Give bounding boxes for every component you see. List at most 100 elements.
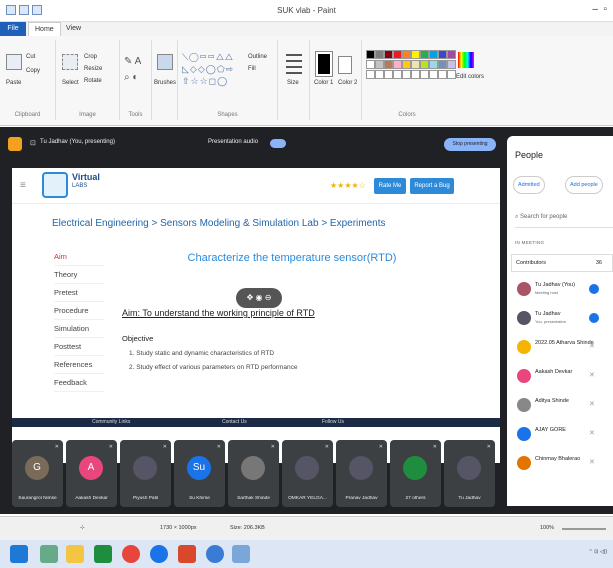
admitted-button[interactable]: Admitted [513,176,545,194]
minimize-icon[interactable]: – ▫ [592,4,607,15]
sidebar-item-procedure[interactable]: Procedure [54,302,104,320]
color-swatch[interactable] [402,60,411,69]
sidebar-item-aim[interactable]: Aim [54,248,104,266]
present-controls-pill[interactable]: ✥ ◉ ⊖ [236,288,282,308]
tab-view[interactable]: View [60,22,87,36]
shapes-gallery-icon[interactable]: ⟍◯▭▭△△ [182,52,234,63]
footer-follow-us[interactable]: Follow Us [322,418,344,427]
color1-swatch[interactable] [315,51,333,77]
mic-off-icon[interactable]: ✕ [589,429,599,439]
mic-off-icon[interactable]: ✕ [589,458,599,468]
start-icon[interactable] [10,545,28,563]
mic-on-icon[interactable] [589,313,599,323]
footer-contact-us[interactable]: Contact Us [222,418,247,427]
shapes-gallery-row2-icon[interactable]: ◺◇◇◯⬠⇨ [182,64,234,75]
zoom-slider[interactable] [562,528,606,530]
cut-button[interactable]: Cut [26,54,35,60]
sidebar-item-simulation[interactable]: Simulation [54,320,104,338]
color-swatch[interactable] [402,50,411,59]
color-swatch[interactable] [420,70,429,79]
sidebar-item-posttest[interactable]: Posttest [54,338,104,356]
footer-community-links[interactable]: Community Links [92,418,130,427]
color-swatch[interactable] [366,50,375,59]
brushes-button[interactable]: Brushes [154,80,176,86]
chrome-icon[interactable] [122,545,140,563]
color-swatch[interactable] [402,70,411,79]
participant-tile[interactable]: ✕ Pranav Jadhav [336,440,387,507]
excel-icon[interactable] [94,545,112,563]
participant-row[interactable]: 2022.05 Atharva Shinde ✕ [513,336,613,364]
meet-app-icon[interactable] [8,137,22,151]
search-input[interactable]: ⌕ Search for people [515,214,613,228]
zoom-level[interactable]: 100% [540,525,554,531]
brush-icon[interactable] [157,54,173,70]
edit-colors-icon[interactable] [458,52,474,68]
rate-me-button[interactable]: Rate Me [374,178,406,194]
sidebar-item-theory[interactable]: Theory [54,266,104,284]
ie-icon[interactable] [206,545,224,563]
virtual-labs-logo[interactable]: Virtual LABS [42,172,112,200]
color-swatch[interactable] [429,60,438,69]
fill-button[interactable]: Fill [248,66,256,72]
size-icon[interactable] [286,54,302,76]
participant-row[interactable]: Tu Jadhav You, presentation [513,307,613,335]
contributors-header[interactable]: Contributors 36 [511,254,613,272]
report-bug-button[interactable]: Report a Bug [410,178,454,194]
stop-presenting-button[interactable]: Stop presenting [444,138,496,151]
task-view-icon[interactable] [40,545,58,563]
color-swatch[interactable] [366,70,375,79]
participant-row[interactable]: Aakash Devkar ✕ [513,365,613,393]
resize-button[interactable]: Resize [84,66,102,72]
color-swatch[interactable] [384,60,393,69]
color-swatch[interactable] [420,50,429,59]
mic-off-icon[interactable]: ✕ [589,400,599,410]
shapes-gallery-row3-icon[interactable]: ⇧☆☆◻◯ [182,76,228,87]
color-swatch[interactable] [393,70,402,79]
hamburger-icon[interactable]: ≡ [20,180,26,191]
outline-button[interactable]: Outline [248,54,267,60]
powerpoint-icon[interactable] [178,545,196,563]
size-button[interactable]: Size [287,80,299,86]
sidebar-item-references[interactable]: References [54,356,104,374]
copy-button[interactable]: Copy [26,68,40,74]
paint-icon[interactable] [232,545,250,563]
participant-tile[interactable]: ✕ G Saurangrol Nimse [12,440,63,507]
file-explorer-icon[interactable] [66,545,84,563]
select-icon[interactable] [62,54,78,70]
participant-tile[interactable]: ✕ Piyush Patil [120,440,171,507]
participant-row[interactable]: Aditya Shinde ✕ [513,394,613,422]
sidebar-item-feedback[interactable]: Feedback [54,374,104,392]
breadcrumb[interactable]: Electrical Engineering > Sensors Modelin… [52,218,386,229]
participant-tile[interactable]: ✕ A Aakash Devkar [66,440,117,507]
tab-home[interactable]: Home [28,22,61,36]
add-people-button[interactable]: Add people [565,176,603,194]
rotate-button[interactable]: Rotate [84,78,102,84]
color-swatch[interactable] [438,50,447,59]
file-tab[interactable]: File [0,22,26,36]
picker-icon[interactable]: ⌕ ◐ [124,72,138,83]
color-swatch[interactable] [375,70,384,79]
sidebar-item-pretest[interactable]: Pretest [54,284,104,302]
participant-row[interactable]: Tu Jadhav (You) Meeting host [513,278,613,306]
mic-off-icon[interactable]: ✕ [589,342,599,352]
mic-off-icon[interactable]: ✕ [589,371,599,381]
color-swatch[interactable] [429,70,438,79]
color-swatch[interactable] [393,50,402,59]
participant-tile[interactable]: ✕ 27 others [390,440,441,507]
color2-swatch[interactable] [338,56,352,74]
participant-tile[interactable]: ✕ Su Su Khirse [174,440,225,507]
color-swatch[interactable] [393,60,402,69]
color-swatch[interactable] [411,60,420,69]
participant-tile[interactable]: ✕ Sarthak Shinde [228,440,279,507]
color-swatch[interactable] [375,60,384,69]
color-swatch[interactable] [384,70,393,79]
edit-colors-button[interactable]: Edit colors [456,74,484,80]
rating-stars[interactable]: ★★★★☆ [330,181,366,190]
color-swatch[interactable] [420,60,429,69]
color-swatch[interactable] [366,60,375,69]
color-swatch[interactable] [438,70,447,79]
presentation-audio-toggle[interactable] [270,139,286,148]
color-swatch[interactable] [375,50,384,59]
color-swatch[interactable] [438,60,447,69]
color-swatch[interactable] [411,50,420,59]
